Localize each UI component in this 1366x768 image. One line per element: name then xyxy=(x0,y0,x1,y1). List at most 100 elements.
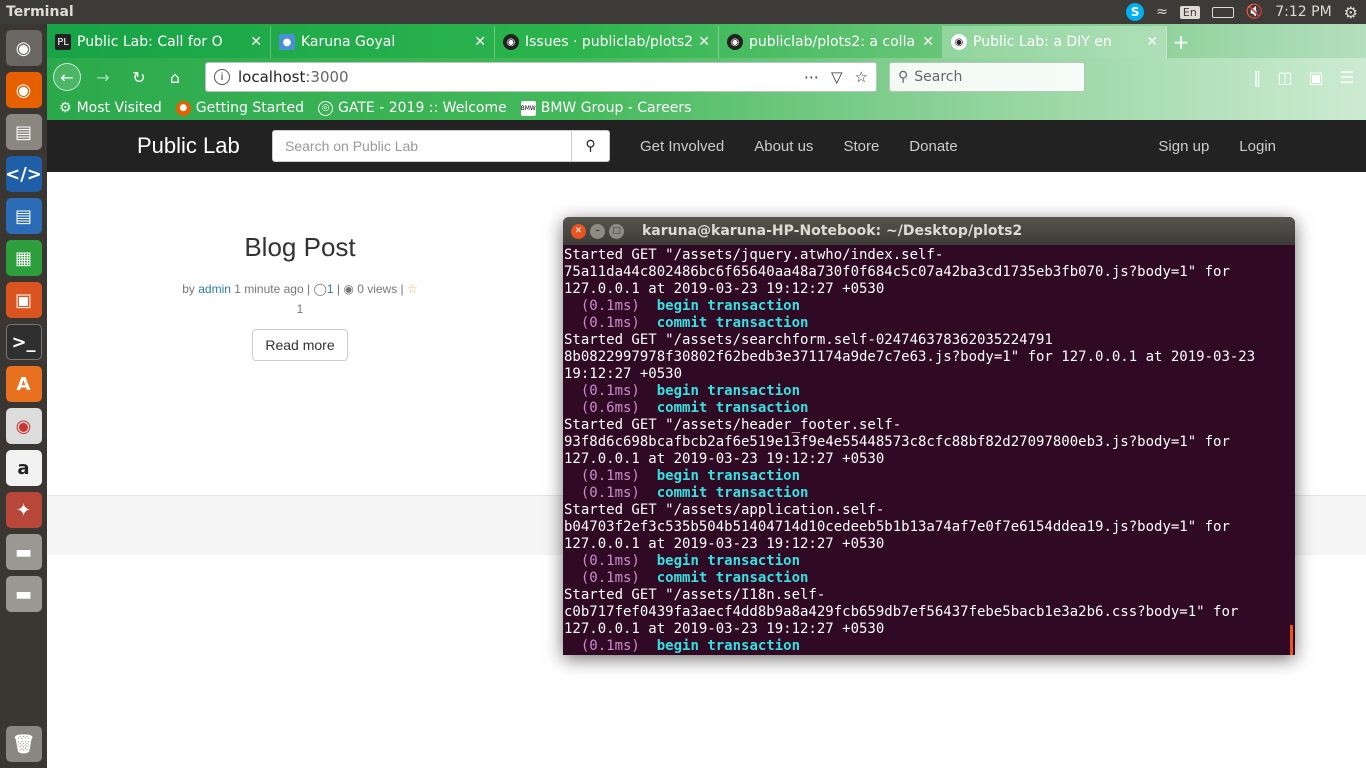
log-line-sql: (0.1ms) commit transaction xyxy=(564,315,1295,332)
nav-link-get-involved[interactable]: Get Involved xyxy=(640,138,724,155)
drive-icon[interactable]: ▬ xyxy=(5,534,42,570)
terminal-window[interactable]: ✕ – □ karuna@karuna-HP-Notebook: ~/Deskt… xyxy=(563,217,1295,655)
keyboard-language-indicator[interactable]: En xyxy=(1179,5,1200,19)
like-count: 1 xyxy=(296,302,304,316)
search-icon: ⚲ xyxy=(898,69,909,85)
close-icon[interactable]: ✕ xyxy=(698,34,710,50)
comment-count[interactable]: 1 xyxy=(327,282,334,296)
auth-links: Sign up Login xyxy=(1158,138,1276,155)
sql-statement: commit transaction xyxy=(656,400,809,416)
bookmark-bmw[interactable]: BMW BMW Group - Careers xyxy=(521,100,692,116)
site-brand[interactable]: Public Lab xyxy=(137,133,272,159)
login-link[interactable]: Login xyxy=(1239,138,1276,155)
browser-tab-strip: PL Public Lab: Call for O ✕ ● Karuna Goy… xyxy=(47,24,1366,58)
publiclab-favicon-icon: ◉ xyxy=(951,34,967,50)
skype-icon[interactable]: S xyxy=(1126,3,1145,21)
github-icon: ◉ xyxy=(727,34,743,50)
home-button[interactable]: ⌂ xyxy=(161,63,189,91)
library-icon[interactable]: ‖ xyxy=(1253,68,1261,87)
sql-duration: (0.1ms) xyxy=(564,468,640,484)
read-more-button[interactable]: Read more xyxy=(252,329,348,361)
log-line-sql: (0.1ms) commit transaction xyxy=(564,570,1295,587)
bookmark-label: Getting Started xyxy=(195,100,305,116)
clock[interactable]: 7:12 PM xyxy=(1275,4,1331,20)
log-line-sql: (0.1ms) begin transaction xyxy=(564,553,1295,570)
volume-muted-icon[interactable]: 🔇 xyxy=(1246,4,1263,20)
nav-link-about-us[interactable]: About us xyxy=(754,138,813,155)
tab-title: Karuna Goyal xyxy=(301,34,396,50)
browser-search-input[interactable]: ⚲ Search xyxy=(889,62,1085,92)
writer-icon[interactable]: ▤ xyxy=(5,198,42,234)
bookmark-star-icon[interactable]: ☆ xyxy=(855,68,868,86)
wifi-icon[interactable]: ≈ xyxy=(1156,4,1168,20)
browser-tab[interactable]: ◉ Issues · publiclab/plots2 ✕ xyxy=(495,26,719,58)
page-actions-icon[interactable]: ⋯ xyxy=(804,68,819,86)
settings-icon[interactable]: ✦ xyxy=(5,492,42,528)
browser-tab[interactable]: ◉ publiclab/plots2: a colla ✕ xyxy=(719,26,943,58)
terminal-icon[interactable]: >_ xyxy=(5,324,42,360)
bmw-icon: BMW xyxy=(521,100,536,116)
chrome-icon[interactable]: ◉ xyxy=(5,408,42,444)
amazon-icon[interactable]: a xyxy=(5,450,42,486)
close-icon[interactable]: ✕ xyxy=(922,34,934,50)
close-icon[interactable]: ✕ xyxy=(1146,34,1158,50)
bookmark-getting-started[interactable]: ● Getting Started xyxy=(175,100,305,116)
tab-title: publiclab/plots2: a colla xyxy=(749,34,916,50)
top-panel: Terminal S ≈ En 🔇 7:12 PM ⚙ xyxy=(0,0,1366,24)
back-button[interactable]: ← xyxy=(53,63,81,91)
site-search-button[interactable]: ⚲ xyxy=(572,130,610,162)
extension-icon[interactable]: ▣ xyxy=(1309,68,1324,87)
bookmark-label: Most Visited xyxy=(76,100,162,116)
search-icon: ⚲ xyxy=(585,138,596,154)
blog-title[interactable]: Blog Post xyxy=(167,232,433,263)
drive-icon[interactable]: ▬ xyxy=(5,576,42,612)
bookmark-gate[interactable]: ◎ GATE - 2019 :: Welcome xyxy=(318,100,507,116)
log-line-request: Started GET "/assets/application.self-b0… xyxy=(564,502,1239,552)
browser-tab[interactable]: ● Karuna Goyal ✕ xyxy=(271,26,495,58)
terminal-output[interactable]: Started GET "/assets/jquery.atwho/index.… xyxy=(563,245,1295,655)
close-icon[interactable]: ✕ xyxy=(474,34,486,50)
log-line-request: Started GET "/assets/searchform.self-024… xyxy=(564,332,1264,382)
browser-tab[interactable]: PL Public Lab: Call for O ✕ xyxy=(47,26,271,58)
trash-icon[interactable]: 🗑 xyxy=(5,726,42,762)
calc-icon[interactable]: ▦ xyxy=(5,240,42,276)
software-center-icon[interactable]: A xyxy=(5,366,42,402)
close-icon[interactable]: ✕ xyxy=(250,34,262,50)
url-bar[interactable]: i localhost:3000 ⋯ ▽ ☆ xyxy=(205,62,877,92)
terminal-titlebar[interactable]: ✕ – □ karuna@karuna-HP-Notebook: ~/Deskt… xyxy=(563,217,1295,245)
impress-icon[interactable]: ▣ xyxy=(5,282,42,318)
site-search-input[interactable]: Search on Public Lab xyxy=(272,130,572,162)
firefox-icon[interactable]: ◉ xyxy=(5,72,42,108)
bookmark-most-visited[interactable]: ⚙ Most Visited xyxy=(59,100,162,116)
sign-up-link[interactable]: Sign up xyxy=(1158,138,1209,155)
sql-duration: (0.1ms) xyxy=(564,638,640,654)
maximize-icon[interactable]: □ xyxy=(609,223,624,239)
sql-statement: begin transaction xyxy=(656,383,801,399)
ubuntu-dash-icon[interactable]: ◉ xyxy=(5,30,42,66)
files-icon[interactable]: ▤ xyxy=(5,114,42,150)
globe-icon: ◎ xyxy=(318,100,334,116)
star-icon[interactable]: ☆ xyxy=(407,282,418,296)
site-search: Search on Public Lab ⚲ xyxy=(272,130,610,162)
site-info-icon[interactable]: i xyxy=(214,69,230,85)
battery-icon[interactable] xyxy=(1211,6,1234,18)
author-link[interactable]: admin xyxy=(198,282,231,296)
blog-meta: by admin 1 minute ago | ◯1 | ◉ 0 views |… xyxy=(182,282,418,316)
nav-link-store[interactable]: Store xyxy=(843,138,879,155)
close-icon[interactable]: ✕ xyxy=(571,223,586,239)
sidebar-icon[interactable]: ◫ xyxy=(1277,68,1292,87)
forward-button[interactable]: → xyxy=(89,63,117,91)
launcher: ◉ ◉ ▤ </> ▤ ▦ ▣ >_ A ◉ a ✦ ▬ ▬ 🗑 xyxy=(0,24,47,768)
blog-card: Blog Post by admin 1 minute ago | ◯1 | ◉… xyxy=(167,232,433,361)
pocket-icon[interactable]: ▽ xyxy=(831,68,843,86)
firefox-icon: ● xyxy=(175,100,191,116)
nav-link-donate[interactable]: Donate xyxy=(909,138,957,155)
new-tab-button[interactable]: + xyxy=(1167,26,1195,58)
browser-tab-active[interactable]: ◉ Public Lab: a DIY en ✕ xyxy=(943,26,1167,58)
reload-button[interactable]: ↻ xyxy=(125,63,153,91)
minimize-icon[interactable]: – xyxy=(590,223,605,239)
gear-icon[interactable]: ⚙ xyxy=(1344,3,1358,22)
browser-search-placeholder: Search xyxy=(914,69,963,85)
vscode-icon[interactable]: </> xyxy=(5,156,42,192)
menu-icon[interactable]: ☰ xyxy=(1340,68,1354,87)
